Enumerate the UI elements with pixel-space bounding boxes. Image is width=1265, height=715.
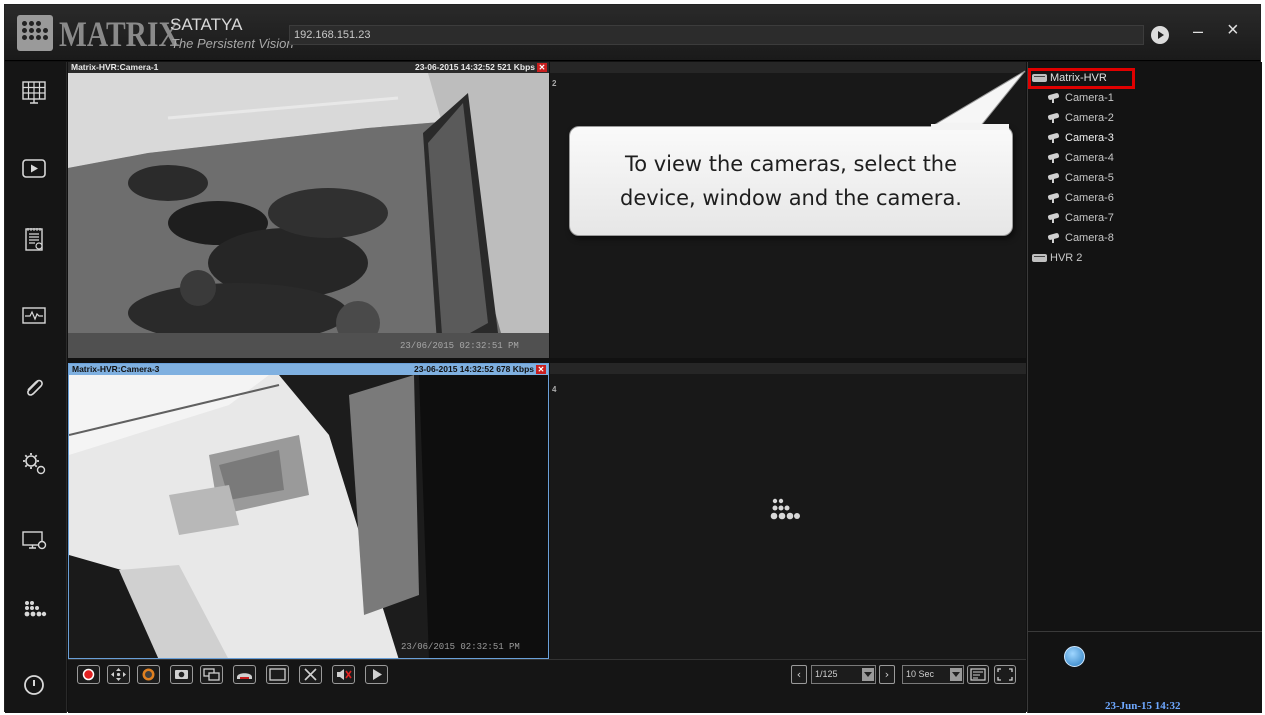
mute-icon[interactable] [332, 665, 355, 684]
chevron-down-icon [862, 668, 874, 681]
matrix-logo-icon[interactable] [20, 596, 48, 624]
previous-page-button[interactable]: ‹ [791, 665, 807, 684]
device-settings-icon[interactable] [20, 526, 48, 554]
tree-camera-8[interactable]: Camera-8 [1048, 232, 1114, 244]
camera-name: Camera-6 [1065, 192, 1114, 204]
tree-camera-7[interactable]: Camera-7 [1048, 212, 1114, 224]
callout-line-2: device, window and the camera. [620, 186, 962, 210]
matrix-logo-icon [770, 498, 800, 520]
live-view-toolbar: ‹ 1/125 › 10 Sec [68, 659, 1026, 713]
chevron-down-icon [950, 668, 962, 681]
camera-osd-timestamp: 23/06/2015 02:32:51 PM [400, 341, 519, 351]
playback-icon[interactable] [20, 155, 48, 183]
tree-device-hvr-2[interactable]: HVR 2 [1032, 252, 1082, 264]
go-button[interactable] [1151, 26, 1169, 44]
close-button[interactable]: × [1227, 19, 1239, 42]
tree-camera-4[interactable]: Camera-4 [1048, 152, 1114, 164]
tile-title: Matrix-HVR:Camera-1 [71, 62, 159, 72]
app-window: MATRIX SATATYA The Persistent Vision 192… [4, 4, 1262, 713]
tile-timestamp: 23-06-2015 14:32:52 521 Kbps [414, 62, 535, 72]
health-status-icon[interactable] [20, 302, 48, 330]
left-navigation [5, 62, 67, 713]
camera-icon [1048, 214, 1061, 223]
page-value: 1/125 [815, 669, 838, 679]
camera-name: Camera-8 [1065, 232, 1114, 244]
sequence-icon[interactable] [967, 665, 989, 684]
callout-joint [931, 124, 1009, 130]
callout-line-1: To view the cameras, select the [624, 152, 958, 176]
layout-grid-icon[interactable] [20, 78, 48, 106]
video-tile-1[interactable]: Matrix-HVR:Camera-1 23-06-2015 14:32:52 … [68, 62, 549, 358]
tile-number: 2 [552, 79, 557, 88]
camera-icon [1048, 194, 1061, 203]
address-bar[interactable]: 192.168.151.23 [289, 25, 1144, 45]
next-page-button[interactable]: › [879, 665, 895, 684]
interval-value: 10 Sec [906, 669, 935, 679]
minimize-button[interactable]: – [1193, 21, 1203, 42]
power-icon[interactable] [20, 671, 48, 699]
device-icon [1032, 254, 1047, 263]
camera-1-feed [68, 73, 549, 358]
video-tile-4[interactable]: 4 [550, 363, 1026, 659]
camera-icon [1048, 154, 1061, 163]
attachment-icon[interactable] [20, 374, 48, 402]
instruction-callout: To view the cameras, select the device, … [569, 126, 1013, 236]
play-icon[interactable] [365, 665, 388, 684]
fullscreen-icon[interactable] [994, 665, 1016, 684]
camera-icon [1048, 174, 1061, 183]
camera-name: Camera-4 [1065, 152, 1114, 164]
tile-header: Matrix-HVR:Camera-3 23-06-2015 14:32:52 … [69, 364, 548, 375]
device-name: HVR 2 [1050, 252, 1083, 264]
brand-name: MATRIX [59, 14, 180, 54]
camera-osd-timestamp: 23/06/2015 02:32:51 PM [401, 642, 520, 652]
tile-number: 4 [552, 385, 557, 394]
tree-camera-6[interactable]: Camera-6 [1048, 192, 1114, 204]
event-log-icon[interactable] [20, 225, 48, 253]
snapshot-icon[interactable] [170, 665, 193, 684]
camera-name: Camera-7 [1065, 212, 1114, 224]
refresh-icon[interactable] [1064, 646, 1085, 667]
close-window-icon[interactable] [299, 665, 322, 684]
window-icon[interactable] [266, 665, 289, 684]
camera-name: Camera-5 [1065, 172, 1114, 184]
audio-icon[interactable] [233, 665, 256, 684]
record-icon[interactable] [77, 665, 100, 684]
close-tile-button[interactable]: ✕ [537, 63, 547, 72]
divider [1027, 631, 1262, 632]
tile-header [550, 363, 1026, 374]
tree-camera-5[interactable]: Camera-5 [1048, 172, 1114, 184]
tile-timestamp: 23-06-2015 14:32:52 678 Kbps [413, 364, 534, 374]
sequence-interval-selector[interactable]: 10 Sec [902, 665, 964, 684]
tagline: The Persistent Vision [171, 36, 294, 51]
camera-icon [1048, 234, 1061, 243]
status-clock: 23-Jun-15 14:32 [1105, 700, 1181, 712]
settings-icon[interactable] [20, 450, 48, 478]
title-bar: MATRIX SATATYA The Persistent Vision 192… [5, 5, 1260, 61]
video-tile-3[interactable]: Matrix-HVR:Camera-3 23-06-2015 14:32:52 … [68, 363, 549, 659]
matrix-logo-icon [17, 15, 53, 51]
product-name: SATATYA [170, 15, 243, 34]
tile-header: Matrix-HVR:Camera-1 23-06-2015 14:32:52 … [68, 62, 549, 73]
close-tile-button[interactable]: ✕ [536, 365, 546, 374]
color-adjust-icon[interactable] [137, 665, 160, 684]
page-selector[interactable]: 1/125 [811, 665, 876, 684]
tile-title: Matrix-HVR:Camera-3 [72, 364, 160, 374]
ptz-icon[interactable] [107, 665, 130, 684]
instant-playback-icon[interactable] [200, 665, 223, 684]
camera-3-feed [69, 375, 548, 658]
